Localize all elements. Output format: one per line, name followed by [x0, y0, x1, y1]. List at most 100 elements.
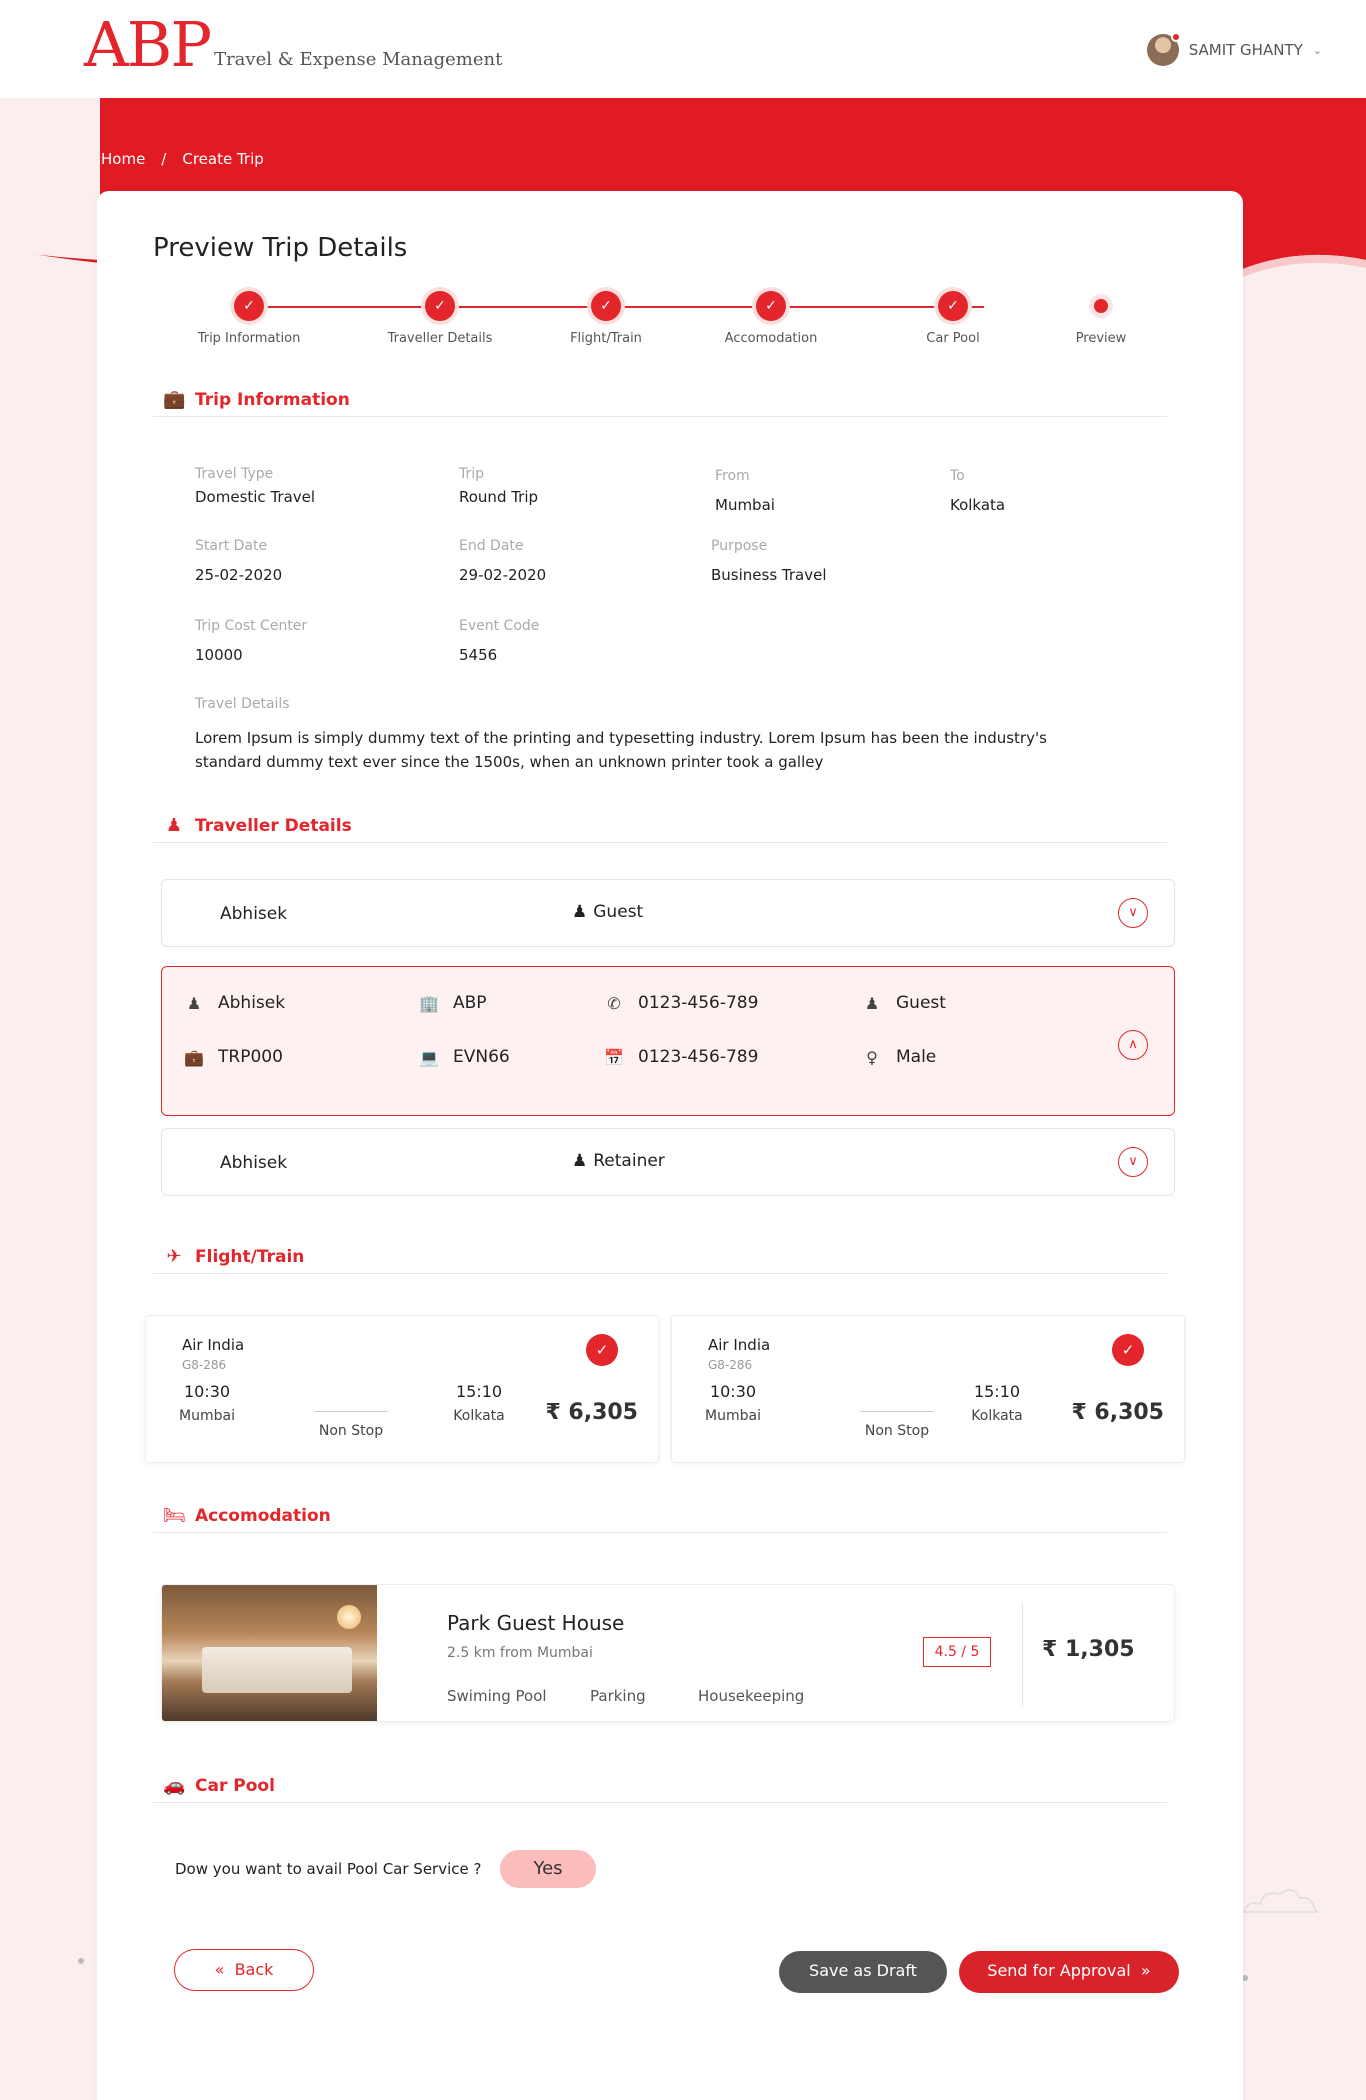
- user-icon: ♟: [165, 815, 183, 836]
- chevron-down-icon[interactable]: ⌄: [1313, 44, 1322, 57]
- traveller-name-item: ♟ Abhisek: [184, 993, 285, 1013]
- check-icon[interactable]: ✓: [1112, 1334, 1144, 1366]
- traveller-name: Abhisek: [220, 1153, 288, 1173]
- phone-icon: ✆: [607, 993, 621, 1013]
- chevron-up-icon[interactable]: ∧: [1118, 1030, 1148, 1060]
- flight-card[interactable]: Air India G8-286 ✓ 10:30 Mumbai Non Stop…: [145, 1315, 659, 1463]
- field-value: Business Travel: [711, 566, 827, 584]
- flight-card[interactable]: Air India G8-286 ✓ 10:30 Mumbai Non Stop…: [671, 1315, 1185, 1463]
- airline-name: Air India: [182, 1336, 245, 1354]
- check-icon: ✓: [425, 291, 455, 321]
- field-value: 10000: [195, 646, 243, 664]
- chevron-down-icon[interactable]: ∨: [1118, 1147, 1148, 1177]
- traveller-event-item: 💻 EVN66: [419, 1047, 510, 1067]
- role-label: Retainer: [593, 1151, 665, 1171]
- traveller-role-item: ♟ Guest: [862, 993, 946, 1013]
- divider: [1022, 1603, 1023, 1707]
- save-draft-label: Save as Draft: [809, 1961, 917, 1980]
- field-value: 5456: [459, 646, 498, 664]
- departure-time: 10:30: [709, 1382, 757, 1401]
- retainer-icon: ♟: [572, 1151, 588, 1171]
- section-title: Car Pool: [195, 1775, 275, 1796]
- field-label: To: [950, 468, 965, 484]
- amenity: Parking: [590, 1687, 646, 1705]
- field-value: Kolkata: [950, 496, 1006, 514]
- step-trip-information[interactable]: ✓ Trip Information: [179, 291, 319, 346]
- hotel-card[interactable]: Park Guest House 2.5 km from Mumbai Swim…: [161, 1584, 1175, 1722]
- carpool-answer[interactable]: Yes: [500, 1850, 596, 1888]
- breadcrumb-home[interactable]: Home: [101, 150, 145, 168]
- stops-label: Non Stop: [864, 1423, 930, 1439]
- field-cost-center: Trip Cost Center 10000: [195, 618, 307, 664]
- check-icon[interactable]: ✓: [586, 1334, 618, 1366]
- traveller-name: Abhisek: [220, 904, 288, 924]
- field-label: Event Code: [459, 618, 540, 634]
- traveller-trip-id: TRP000: [218, 1047, 283, 1067]
- hotel-name: Park Guest House: [447, 1611, 625, 1635]
- double-chevron-right-icon: »: [1140, 1961, 1151, 1980]
- flight-price: ₹ 6,305: [545, 1400, 638, 1425]
- user-menu[interactable]: SAMIT GHANTY ⌄: [1146, 32, 1322, 66]
- field-label: Start Date: [195, 538, 268, 554]
- avatar[interactable]: [1146, 32, 1181, 66]
- preview-card: Preview Trip Details ✓ Trip Information …: [97, 191, 1243, 2100]
- traveller-event: EVN66: [453, 1047, 510, 1067]
- dot-decoration: [78, 1958, 84, 1964]
- step-accomodation[interactable]: ✓ Accomodation: [701, 291, 841, 346]
- traveller-row[interactable]: Abhisek ♟ Retainer ∨: [161, 1128, 1175, 1196]
- section-traveller-details: ♟ Traveller Details: [153, 809, 1167, 843]
- guest-icon: ♟: [572, 902, 588, 922]
- stops-label: Non Stop: [318, 1423, 384, 1439]
- field-travel-type: Travel Type Domestic Travel: [195, 466, 315, 506]
- departure-time: 10:30: [183, 1382, 231, 1401]
- check-icon: ✓: [591, 291, 621, 321]
- monitor-icon: 💻: [419, 1047, 439, 1067]
- cloud-decoration: [1242, 1889, 1318, 1913]
- traveller-role: ♟ Retainer: [572, 1151, 665, 1171]
- traveller-row[interactable]: Abhisek ♟ Guest ∨: [161, 879, 1175, 947]
- departure-city: Mumbai: [705, 1408, 761, 1424]
- notification-dot: [1170, 32, 1181, 42]
- step-traveller-details[interactable]: ✓ Traveller Details: [370, 291, 510, 346]
- field-value: Lorem Ipsum is simply dummy text of the …: [195, 729, 1047, 771]
- field-start-date: Start Date 25-02-2020: [195, 538, 282, 584]
- amenity: Swiming Pool: [447, 1687, 547, 1705]
- bed-shape: [202, 1647, 352, 1693]
- page-title: Preview Trip Details: [153, 233, 408, 263]
- step-label: Preview: [1075, 331, 1127, 346]
- step-preview[interactable]: Preview: [1031, 291, 1171, 346]
- step-label: Flight/Train: [570, 331, 642, 346]
- traveller-company-item: 🏢 ABP: [419, 993, 487, 1013]
- lamp-shape: [337, 1605, 361, 1629]
- traveller-trip-item: 💼 TRP000: [184, 1047, 283, 1067]
- step-flight-train[interactable]: ✓ Flight/Train: [536, 291, 676, 346]
- departure-city: Mumbai: [179, 1408, 235, 1424]
- arrival-city: Kolkata: [971, 1408, 1023, 1424]
- chevron-down-icon[interactable]: ∨: [1118, 898, 1148, 928]
- suitcase-icon: 💼: [163, 389, 186, 410]
- check-icon: ✓: [756, 291, 786, 321]
- car-icon: 🚗: [163, 1775, 186, 1796]
- logo[interactable]: ABP Travel & Expense Management: [84, 14, 502, 76]
- traveller-gender: Male: [896, 1047, 937, 1067]
- field-end-date: End Date 29-02-2020: [459, 538, 546, 584]
- gender-icon: ♀: [866, 1047, 878, 1067]
- hotel-price: ₹ 1,305: [1042, 1637, 1135, 1662]
- section-car-pool: 🚗 Car Pool: [153, 1769, 1167, 1803]
- back-button[interactable]: « Back: [174, 1949, 314, 1991]
- step-car-pool[interactable]: ✓ Car Pool: [883, 291, 1023, 346]
- field-label: From: [715, 468, 750, 484]
- send-approval-button[interactable]: Send for Approval »: [959, 1951, 1179, 1993]
- field-label: Travel Details: [195, 696, 290, 712]
- back-label: Back: [234, 1960, 274, 1979]
- step-label: Accomodation: [724, 331, 818, 346]
- breadcrumb-current[interactable]: Create Trip: [182, 150, 263, 168]
- traveller-expanded-card: ♟ Abhisek 🏢 ABP ✆ 0123-456-789 ♟ Guest 💼…: [161, 966, 1175, 1116]
- plane-icon: ✈: [166, 1246, 182, 1267]
- double-chevron-left-icon: «: [214, 1960, 225, 1979]
- flight-code: G8-286: [708, 1358, 753, 1372]
- save-draft-button[interactable]: Save as Draft: [779, 1951, 947, 1993]
- hotel-image: [162, 1585, 377, 1721]
- section-accomodation: 🛏 Accomodation: [153, 1499, 1167, 1533]
- arrival-city: Kolkata: [453, 1408, 505, 1424]
